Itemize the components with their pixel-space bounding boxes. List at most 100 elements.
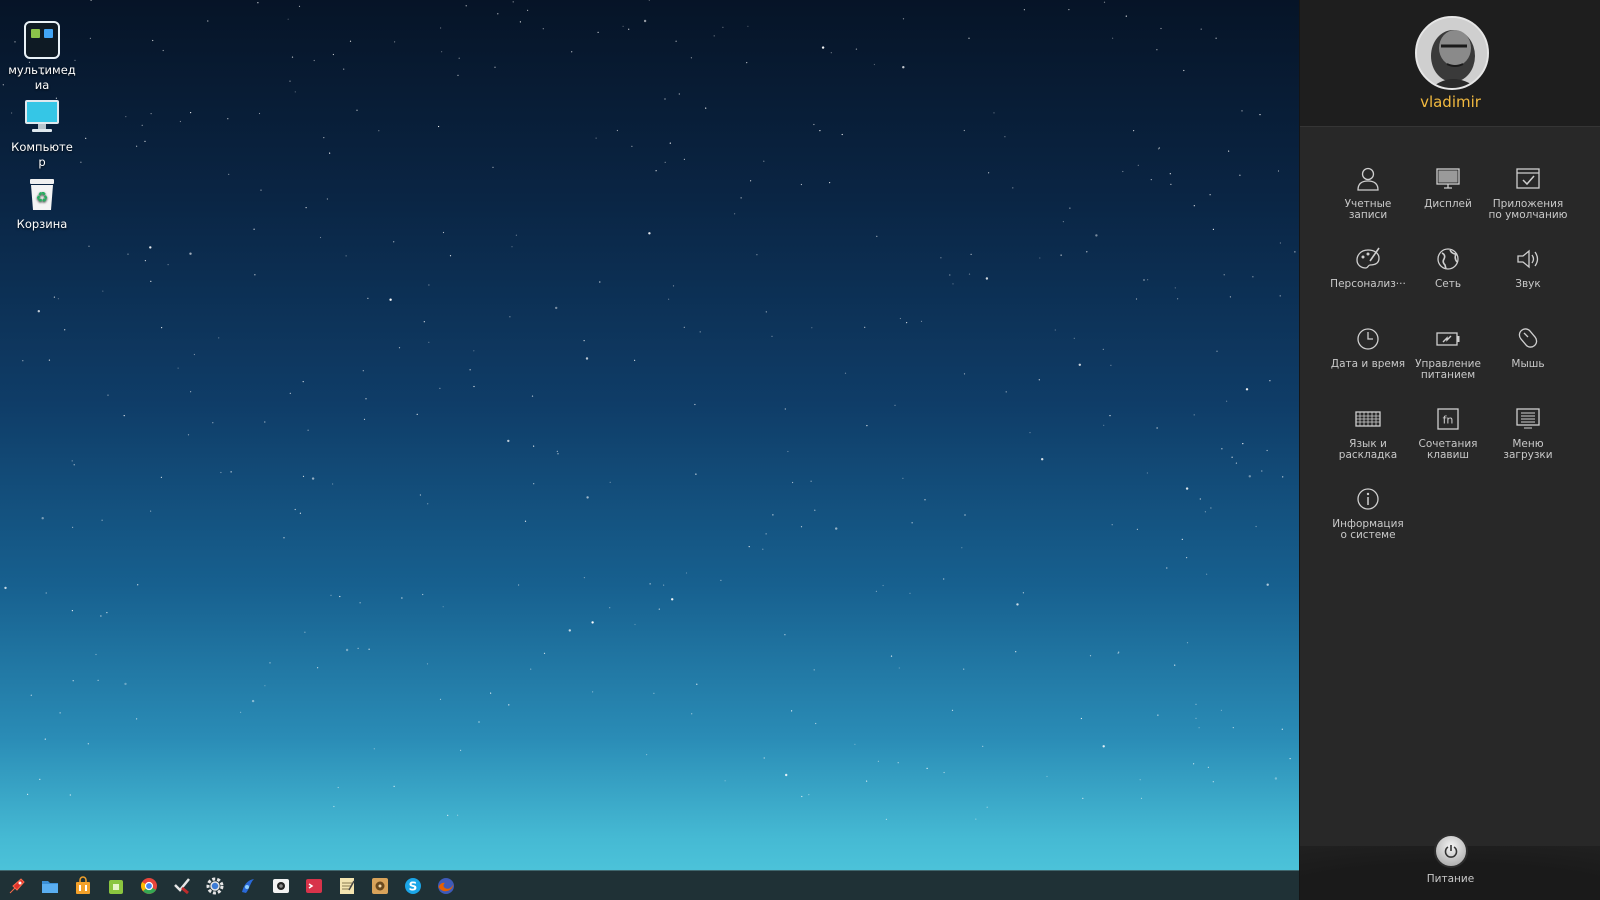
- deepin-music-icon[interactable]: [238, 876, 258, 896]
- star: [1174, 287, 1176, 289]
- star: [349, 40, 352, 42]
- star: [419, 494, 421, 496]
- star: [1248, 475, 1252, 478]
- settings-item-network[interactable]: Сеть: [1408, 245, 1488, 290]
- star: [64, 329, 66, 331]
- star: [696, 683, 698, 685]
- star: [985, 277, 989, 280]
- text-editor-icon[interactable]: [337, 876, 357, 896]
- star: [368, 648, 370, 650]
- star: [127, 253, 129, 255]
- star: [646, 754, 648, 756]
- settings-item-label: Дата и время: [1330, 358, 1406, 370]
- star: [1195, 703, 1197, 705]
- star: [811, 327, 813, 329]
- svg-text:S: S: [409, 880, 418, 894]
- settings-item-power-management[interactable]: Управление питанием: [1408, 325, 1488, 381]
- star: [264, 421, 266, 423]
- star: [329, 152, 331, 154]
- star: [1193, 205, 1195, 207]
- star: [902, 66, 905, 69]
- svg-text:♻: ♻: [36, 190, 49, 206]
- star: [162, 49, 164, 52]
- launcher-rocket-icon[interactable]: [7, 876, 27, 896]
- star: [373, 748, 375, 750]
- star: [428, 341, 430, 343]
- settings-gear-icon[interactable]: [205, 876, 225, 896]
- star: [1139, 779, 1141, 781]
- star: [89, 37, 91, 39]
- settings-item-keyboard-layout[interactable]: Язык и раскладка: [1328, 405, 1408, 461]
- desktop: мультимедиа Компьютер ♻ Корзина S: [0, 0, 1299, 900]
- star: [791, 710, 793, 712]
- star: [48, 359, 51, 361]
- settings-item-sound[interactable]: Звук: [1488, 245, 1568, 290]
- star: [821, 46, 825, 49]
- star: [367, 297, 369, 299]
- settings-item-shortcuts[interactable]: fn Сочетания клавиш: [1408, 405, 1488, 461]
- star: [986, 806, 988, 808]
- file-manager-icon[interactable]: [40, 876, 60, 896]
- star: [993, 112, 995, 114]
- star: [1078, 363, 1082, 366]
- settings-item-label: Управление питанием: [1415, 358, 1481, 381]
- star: [1156, 49, 1158, 51]
- settings-item-personalization[interactable]: Персонализ···: [1328, 245, 1408, 290]
- star: [854, 743, 856, 746]
- android-package-icon[interactable]: [106, 876, 126, 896]
- star: [814, 509, 816, 511]
- star: [442, 606, 444, 608]
- avatar[interactable]: [1415, 16, 1489, 90]
- star: [124, 682, 127, 686]
- star: [765, 533, 767, 535]
- star: [1200, 28, 1202, 30]
- star: [161, 327, 163, 329]
- star: [1156, 427, 1158, 429]
- star: [144, 140, 146, 142]
- settings-item-label: Звук: [1515, 278, 1541, 290]
- star: [649, 583, 651, 585]
- chrome-icon[interactable]: [139, 876, 159, 896]
- terminal-icon[interactable]: [304, 876, 324, 896]
- desktop-icon-label: мультимедиа: [8, 63, 76, 92]
- screenshot-icon[interactable]: [271, 876, 291, 896]
- star: [963, 668, 965, 670]
- settings-item-boot-menu[interactable]: Меню загрузки: [1488, 405, 1568, 461]
- settings-item-mouse[interactable]: Мышь: [1488, 325, 1568, 370]
- settings-item-display[interactable]: Дисплей: [1408, 165, 1488, 210]
- star: [648, 232, 651, 235]
- star: [906, 322, 908, 324]
- settings-item-label: Информация о системе: [1332, 518, 1404, 541]
- desktop-icon-trash[interactable]: ♻ Корзина: [8, 174, 76, 232]
- star: [1150, 179, 1152, 181]
- star: [1086, 251, 1088, 253]
- star: [1281, 728, 1283, 730]
- star: [519, 21, 522, 23]
- skype-icon[interactable]: S: [403, 876, 423, 896]
- media-player-icon[interactable]: [370, 876, 390, 896]
- star: [515, 234, 518, 236]
- task-tool-icon[interactable]: [172, 876, 192, 896]
- desktop-icon-multimedia[interactable]: мультимедиа: [8, 20, 76, 93]
- settings-item-system-info[interactable]: Информация о системе: [1328, 485, 1408, 541]
- star: [1122, 170, 1124, 173]
- star: [298, 5, 301, 7]
- star: [228, 173, 230, 175]
- desktop-icon-computer[interactable]: Компьютер: [8, 97, 76, 170]
- star: [53, 296, 56, 298]
- star: [1277, 170, 1280, 172]
- settings-item-datetime[interactable]: Дата и время: [1328, 325, 1408, 370]
- power-button[interactable]: [1434, 834, 1468, 868]
- star: [899, 317, 902, 320]
- firefox-icon[interactable]: [436, 876, 456, 896]
- star: [167, 264, 169, 266]
- star: [337, 786, 339, 789]
- star: [207, 20, 209, 22]
- star: [975, 818, 977, 820]
- star: [750, 180, 752, 182]
- star: [1259, 114, 1261, 116]
- settings-item-accounts[interactable]: Учетные записи: [1328, 165, 1408, 221]
- store-icon[interactable]: [73, 876, 93, 896]
- star: [530, 668, 532, 670]
- settings-item-default-apps[interactable]: Приложения по умолчанию: [1488, 165, 1568, 221]
